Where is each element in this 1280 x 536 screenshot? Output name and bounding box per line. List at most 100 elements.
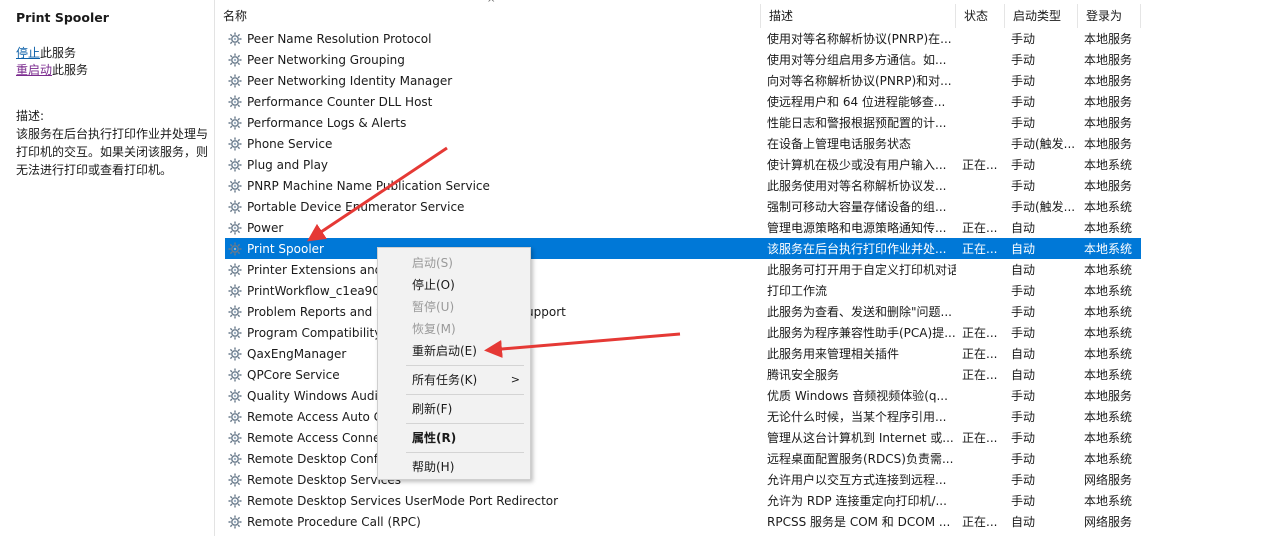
service-row[interactable]: Remote Procedure Call (RPC) RPCSS 服务是 COM…	[225, 511, 1141, 532]
service-name-text: Peer Networking Identity Manager	[247, 73, 453, 88]
services-list-pane: ^ 名称 描述 状态 启动类型 登录为 Peer Name Resolution…	[215, 0, 1280, 536]
menu-item-all-tasks[interactable]: 所有任务(K) >	[378, 369, 530, 391]
service-description-cell: 该服务在后台执行打印作业并处...	[767, 242, 947, 256]
column-header-name[interactable]: 名称	[215, 4, 761, 28]
service-logon-cell: 本地系统	[1084, 263, 1133, 277]
service-logon-cell: 本地系统	[1084, 200, 1133, 214]
service-name-cell: Remote Desktop Services UserMode Port Re…	[225, 493, 761, 509]
menu-item-properties[interactable]: 属性(R)	[378, 427, 530, 449]
service-row[interactable]: PrintWorkflow_c1ea905 打印工作流 手动 本地系统	[225, 280, 1141, 301]
service-gear-icon	[227, 409, 243, 425]
service-row[interactable]: Peer Name Resolution Protocol 使用对等名称解析协议(…	[225, 28, 1141, 49]
menu-item-stop[interactable]: 停止(O)	[378, 274, 530, 296]
service-gear-icon	[227, 304, 243, 320]
menu-item-help[interactable]: 帮助(H)	[378, 456, 530, 478]
service-logon-cell: 本地系统	[1084, 368, 1133, 382]
service-row[interactable]: Print Spooler 该服务在后台执行打印作业并处... 正在... 自动 本地系…	[225, 238, 1141, 259]
service-gear-icon	[227, 241, 243, 257]
service-startup-cell: 自动	[1011, 368, 1036, 382]
service-row[interactable]: Power 管理电源策略和电源策略通知传... 正在... 自动 本地系统	[225, 217, 1141, 238]
service-startup-cell: 手动	[1011, 116, 1036, 130]
service-row[interactable]: Problem Reports and Solutions Control Pa…	[225, 301, 1141, 322]
service-row[interactable]: Portable Device Enumerator Service 强制可移动大…	[225, 196, 1141, 217]
service-row[interactable]: Remote Access Conne 管理从这台计算机到 Internet 或.…	[225, 427, 1141, 448]
service-row[interactable]: QaxEngManager 此服务用来管理相关插件 正在... 自动 本地系统	[225, 343, 1141, 364]
service-name-cell: PNRP Machine Name Publication Service	[225, 178, 761, 194]
service-logon-cell: 本地系统	[1084, 284, 1133, 298]
service-logon-cell: 网络服务	[1084, 515, 1133, 529]
service-row[interactable]: Phone Service 在设备上管理电话服务状态 手动(触发... 本地服务	[225, 133, 1141, 154]
service-row[interactable]: Performance Logs & Alerts 性能日志和警报根据预配置的计.…	[225, 112, 1141, 133]
service-status-cell: 正在...	[962, 368, 998, 382]
menu-item-restart[interactable]: 重新启动(E)	[378, 340, 530, 362]
menu-item-pause[interactable]: 暂停(U)	[378, 296, 530, 318]
service-row[interactable]: QPCore Service 腾讯安全服务 正在... 自动 本地系统	[225, 364, 1141, 385]
service-name-text: Remote Desktop Services UserMode Port Re…	[247, 493, 559, 508]
service-startup-cell: 自动	[1011, 242, 1036, 256]
service-startup-cell: 手动	[1011, 179, 1036, 193]
restart-service-link[interactable]: 重启动	[16, 63, 52, 77]
service-logon-cell: 本地系统	[1084, 452, 1133, 466]
service-row[interactable]: Remote Desktop Services UserMode Port Re…	[225, 490, 1141, 511]
service-row[interactable]: PNRP Machine Name Publication Service 此服务…	[225, 175, 1141, 196]
column-header-description[interactable]: 描述	[761, 4, 956, 28]
service-startup-cell: 自动	[1011, 515, 1036, 529]
service-name-cell: Peer Name Resolution Protocol	[225, 31, 761, 47]
service-startup-cell: 手动	[1011, 494, 1036, 508]
service-description-cell: 此服务用来管理相关插件	[767, 347, 900, 361]
menu-item-refresh[interactable]: 刷新(F)	[378, 398, 530, 420]
service-description-cell: 使用对等分组启用多方通信。如...	[767, 53, 947, 67]
stop-service-link[interactable]: 停止	[16, 46, 40, 60]
menu-separator	[406, 423, 524, 424]
service-row[interactable]: Remote Desktop Services 允许用户以交互方式连接到远程...…	[225, 469, 1141, 490]
menu-item-start[interactable]: 启动(S)	[378, 252, 530, 274]
service-logon-cell: 本地服务	[1084, 179, 1133, 193]
service-startup-cell: 手动	[1011, 431, 1036, 445]
service-row[interactable]: Remote Desktop Confi 远程桌面配置服务(RDCS)负责需...…	[225, 448, 1141, 469]
service-name-cell: Performance Logs & Alerts	[225, 115, 761, 131]
service-name-text: Phone Service	[247, 136, 333, 151]
service-startup-cell: 手动	[1011, 95, 1036, 109]
service-name-cell: Plug and Play	[225, 157, 761, 173]
service-gear-icon	[227, 52, 243, 68]
service-name-text: Plug and Play	[247, 157, 329, 172]
service-gear-icon	[227, 94, 243, 110]
service-description-cell: 此服务可打开用于自定义打印机对话...	[767, 263, 956, 277]
service-gear-icon	[227, 451, 243, 467]
service-row[interactable]: Remote Access Auto C 无论什么时候，当某个程序引用... 手动 本…	[225, 406, 1141, 427]
service-row[interactable]: Peer Networking Grouping 使用对等分组启用多方通信。如..…	[225, 49, 1141, 70]
service-name-text: Performance Counter DLL Host	[247, 94, 433, 109]
service-startup-cell: 手动	[1011, 326, 1036, 340]
service-description-cell: 打印工作流	[767, 284, 828, 298]
service-gear-icon	[227, 262, 243, 278]
menu-item-resume[interactable]: 恢复(M)	[378, 318, 530, 340]
service-name-cell: Portable Device Enumerator Service	[225, 199, 761, 215]
service-description-cell: 在设备上管理电话服务状态	[767, 137, 912, 151]
service-context-menu: 启动(S) 停止(O) 暂停(U) 恢复(M) 重新启动(E) 所有任务(K) >…	[377, 247, 531, 480]
service-logon-cell: 本地系统	[1084, 494, 1133, 508]
service-row[interactable]: Program Compatibility 此服务为程序兼容性助手(PCA)提..…	[225, 322, 1141, 343]
column-header-status[interactable]: 状态	[956, 4, 1005, 28]
service-row[interactable]: Performance Counter DLL Host 使远程用户和 64 位进…	[225, 91, 1141, 112]
service-status-cell: 正在...	[962, 158, 998, 172]
service-startup-cell: 手动(触发...	[1011, 137, 1076, 151]
service-startup-cell: 手动(触发...	[1011, 200, 1076, 214]
service-gear-icon	[227, 325, 243, 341]
service-logon-cell: 本地系统	[1084, 305, 1133, 319]
service-startup-cell: 手动	[1011, 284, 1036, 298]
service-row[interactable]: Plug and Play 使计算机在极少或没有用户输入... 正在... 手动 本地系…	[225, 154, 1141, 175]
service-row[interactable]: Printer Extensions and 此服务可打开用于自定义打印机对话..…	[225, 259, 1141, 280]
service-logon-cell: 本地系统	[1084, 158, 1133, 172]
service-row[interactable]: Quality Windows Audio 优质 Windows 音频视频体验(q…	[225, 385, 1141, 406]
column-header-startup-type[interactable]: 启动类型	[1005, 4, 1078, 28]
service-name-text: Remote Procedure Call (RPC)	[247, 514, 421, 529]
service-gear-icon	[227, 220, 243, 236]
service-description-cell: 使远程用户和 64 位进程能够查...	[767, 95, 946, 109]
column-header-logon-as[interactable]: 登录为	[1078, 4, 1141, 28]
service-row[interactable]: Peer Networking Identity Manager 向对等名称解析协…	[225, 70, 1141, 91]
service-logon-cell: 本地系统	[1084, 347, 1133, 361]
service-name-text: Quality Windows Audio	[247, 388, 386, 403]
service-name-text: Performance Logs & Alerts	[247, 115, 407, 130]
service-logon-cell: 本地系统	[1084, 242, 1133, 256]
service-name-cell: Peer Networking Identity Manager	[225, 73, 761, 89]
